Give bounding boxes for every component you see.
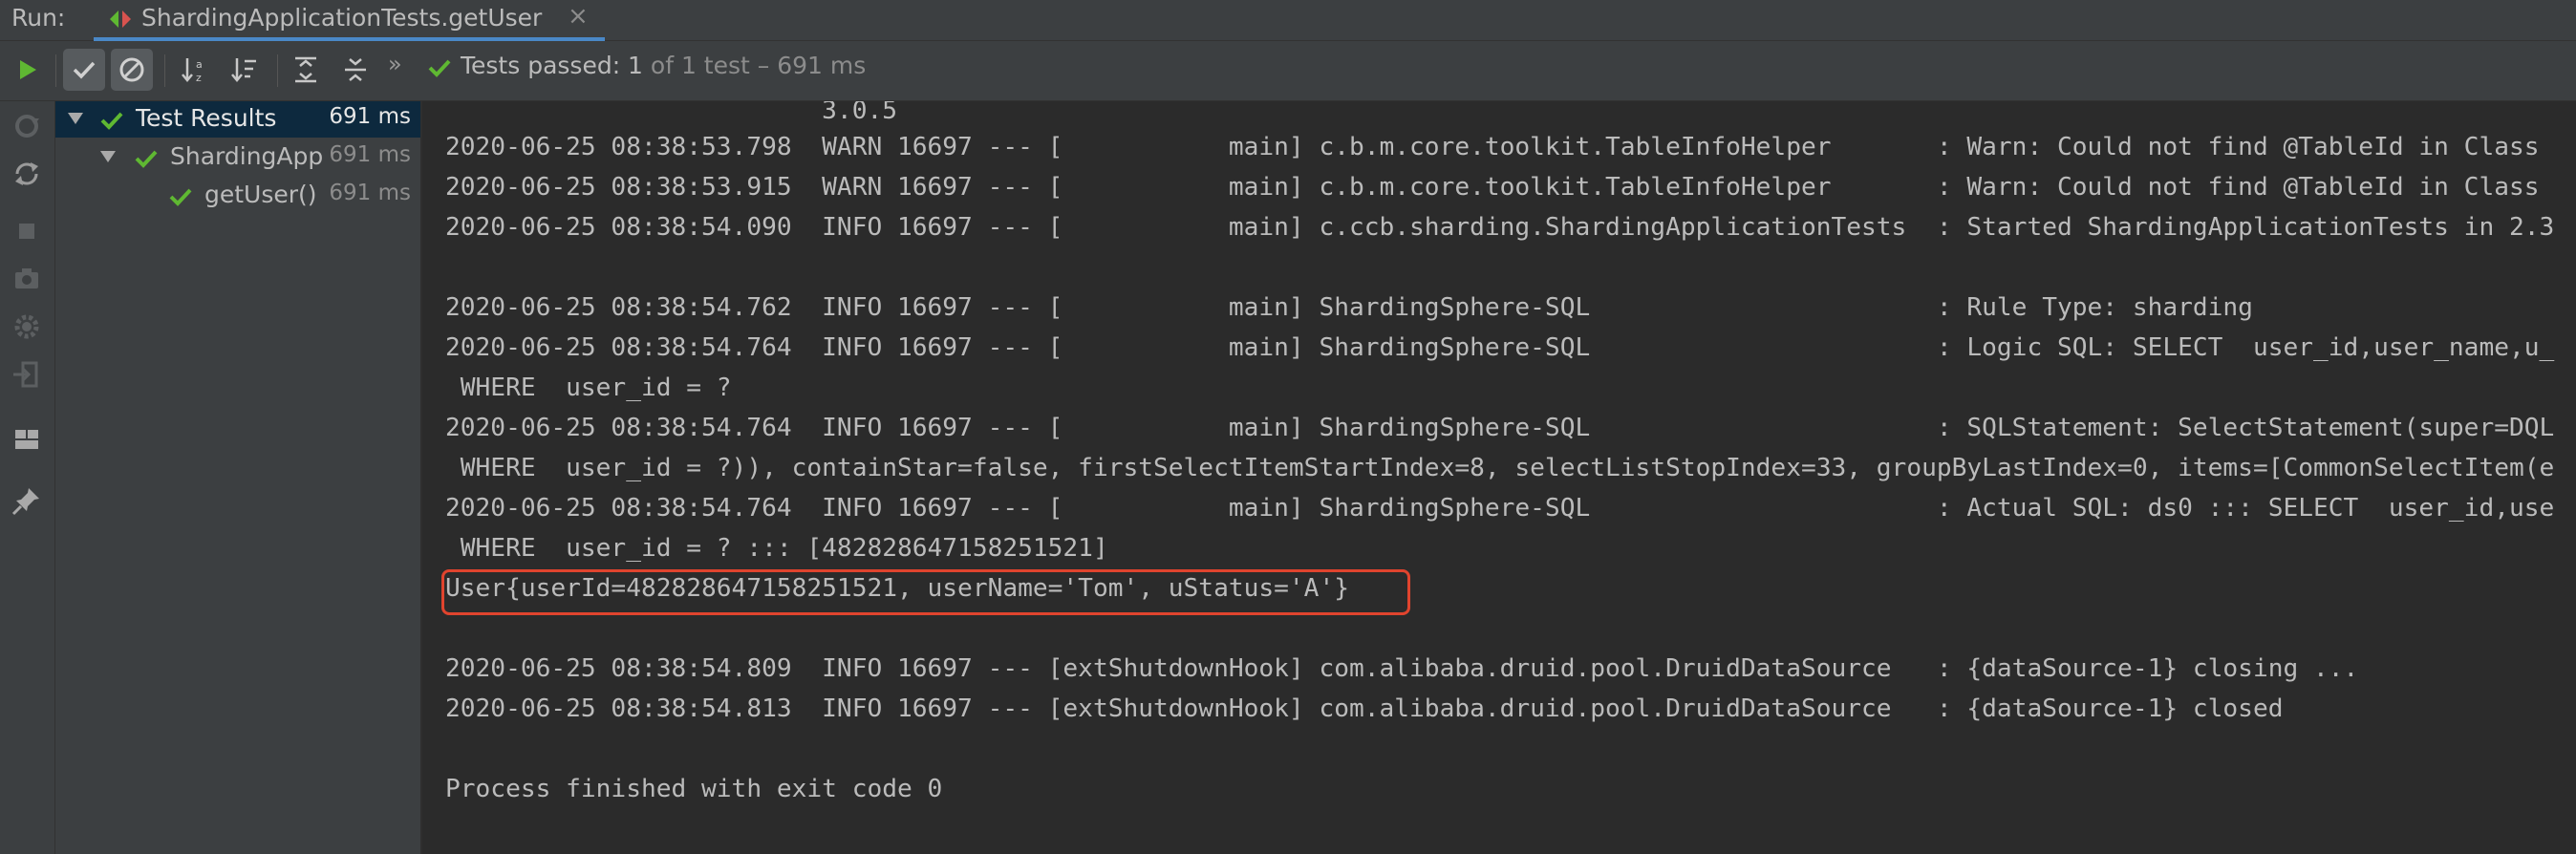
more-actions-icon[interactable]: » [388, 51, 402, 77]
run-tab-label: ShardingApplicationTests.getUser [141, 4, 543, 32]
console-line: WHERE user_id = ? [445, 374, 732, 402]
expand-all-button[interactable] [285, 49, 327, 91]
sort-alpha-icon: a z [182, 58, 203, 84]
test-results-tree: Test Results 691 ms ShardingApp 691 ms g… [55, 101, 422, 854]
stop-button[interactable] [10, 214, 44, 248]
show-ignored-icon [119, 57, 144, 82]
console-line: 2020-06-25 08:38:53.798 WARN 16697 --- [… [445, 133, 2540, 161]
toggle-auto-test-button[interactable] [10, 157, 44, 191]
tree-node-sharding-app[interactable]: ShardingApp 691 ms [55, 139, 420, 176]
passed-check-icon [169, 188, 192, 206]
console-line: 3.0.5 [445, 101, 897, 125]
show-passed-icon [73, 61, 96, 79]
console-line-exit: Process finished with exit code 0 [445, 775, 943, 803]
gear-icon [14, 314, 39, 339]
close-tab-icon[interactable]: × [568, 2, 589, 31]
svg-text:a: a [196, 58, 203, 71]
toolbar-separator [277, 54, 278, 87]
pin-icon [11, 488, 39, 516]
test-class-icon [107, 7, 134, 32]
tree-node-label: Test Results [136, 104, 277, 132]
tests-passed-label: Tests passed: 1 [461, 52, 643, 79]
layout-button[interactable] [10, 422, 44, 457]
tests-passed-check-icon [426, 54, 453, 85]
toolbar-separator [164, 54, 165, 87]
camera-icon [15, 268, 38, 288]
settings-button[interactable] [10, 310, 44, 344]
test-runner-toolbar: a z » Tests passed: 1 of 1 test – 691 ms [0, 41, 2576, 101]
expand-arrow-icon[interactable] [99, 149, 117, 164]
console-line: 2020-06-25 08:38:54.762 INFO 16697 --- [… [445, 293, 2253, 322]
result-highlight-box [441, 569, 1410, 615]
run-side-toolbar [0, 101, 55, 854]
dump-threads-button[interactable] [10, 262, 44, 296]
show-ignored-button[interactable] [111, 49, 153, 91]
rerun-icon [20, 60, 36, 79]
rerun-failed-icon [15, 115, 39, 138]
console-line: 2020-06-25 08:38:53.915 WARN 16697 --- [… [445, 173, 2540, 202]
tree-node-label: getUser() [204, 181, 317, 208]
passed-check-icon [100, 112, 123, 130]
console-line: WHERE user_id = ?)), containStar=false, … [445, 454, 2555, 482]
tree-node-get-user[interactable]: getUser() 691 ms [55, 178, 420, 214]
console-line: 2020-06-25 08:38:54.764 INFO 16697 --- [… [445, 333, 2555, 362]
tree-node-duration: 691 ms [329, 181, 411, 205]
layout-icon [15, 430, 38, 449]
run-tab[interactable]: ShardingApplicationTests.getUser × [94, 0, 605, 41]
sort-by-duration-button[interactable] [224, 49, 266, 91]
exit-button[interactable] [10, 357, 44, 392]
collapse-all-button[interactable] [334, 49, 376, 91]
expand-all-icon [295, 56, 316, 83]
collapse-all-icon [345, 58, 366, 81]
pin-tab-button[interactable] [10, 483, 44, 518]
sort-alphabetically-button[interactable]: a z [174, 49, 216, 91]
tree-node-duration: 691 ms [329, 104, 411, 129]
run-tab-bar: Run: ShardingApplicationTests.getUser × [0, 0, 2576, 41]
console-line: 2020-06-25 08:38:54.813 INFO 16697 --- [… [445, 694, 2284, 723]
expand-arrow-icon[interactable] [67, 111, 84, 126]
console-line: WHERE user_id = ? ::: [48282864715825152… [445, 534, 1108, 563]
console-line: 2020-06-25 08:38:54.809 INFO 16697 --- [… [445, 654, 2359, 683]
auto-test-icon [15, 162, 38, 185]
stop-icon [19, 224, 34, 239]
tree-node-test-results[interactable]: Test Results 691 ms [55, 101, 420, 138]
console-output[interactable]: 3.0.5 2020-06-25 08:38:53.798 WARN 16697… [422, 101, 2576, 854]
tree-node-duration: 691 ms [329, 142, 411, 167]
run-label: Run: [11, 4, 66, 32]
rerun-failed-button[interactable] [10, 109, 44, 143]
tests-detail-label: of 1 test – 691 ms [642, 52, 867, 79]
sort-duration-icon [231, 58, 256, 82]
console-line: 2020-06-25 08:38:54.764 INFO 16697 --- [… [445, 414, 2555, 442]
passed-check-icon [135, 150, 158, 168]
toolbar-separator [55, 54, 56, 87]
tree-node-label: ShardingApp [170, 142, 324, 170]
test-status-summary: Tests passed: 1 of 1 test – 691 ms [461, 52, 866, 79]
show-passed-button[interactable] [63, 49, 105, 91]
exit-icon [13, 361, 38, 388]
console-line: 2020-06-25 08:38:54.764 INFO 16697 --- [… [445, 494, 2555, 523]
rerun-button[interactable] [6, 49, 48, 91]
console-line: 2020-06-25 08:38:54.090 INFO 16697 --- [… [445, 213, 2555, 242]
svg-text:z: z [196, 72, 202, 84]
